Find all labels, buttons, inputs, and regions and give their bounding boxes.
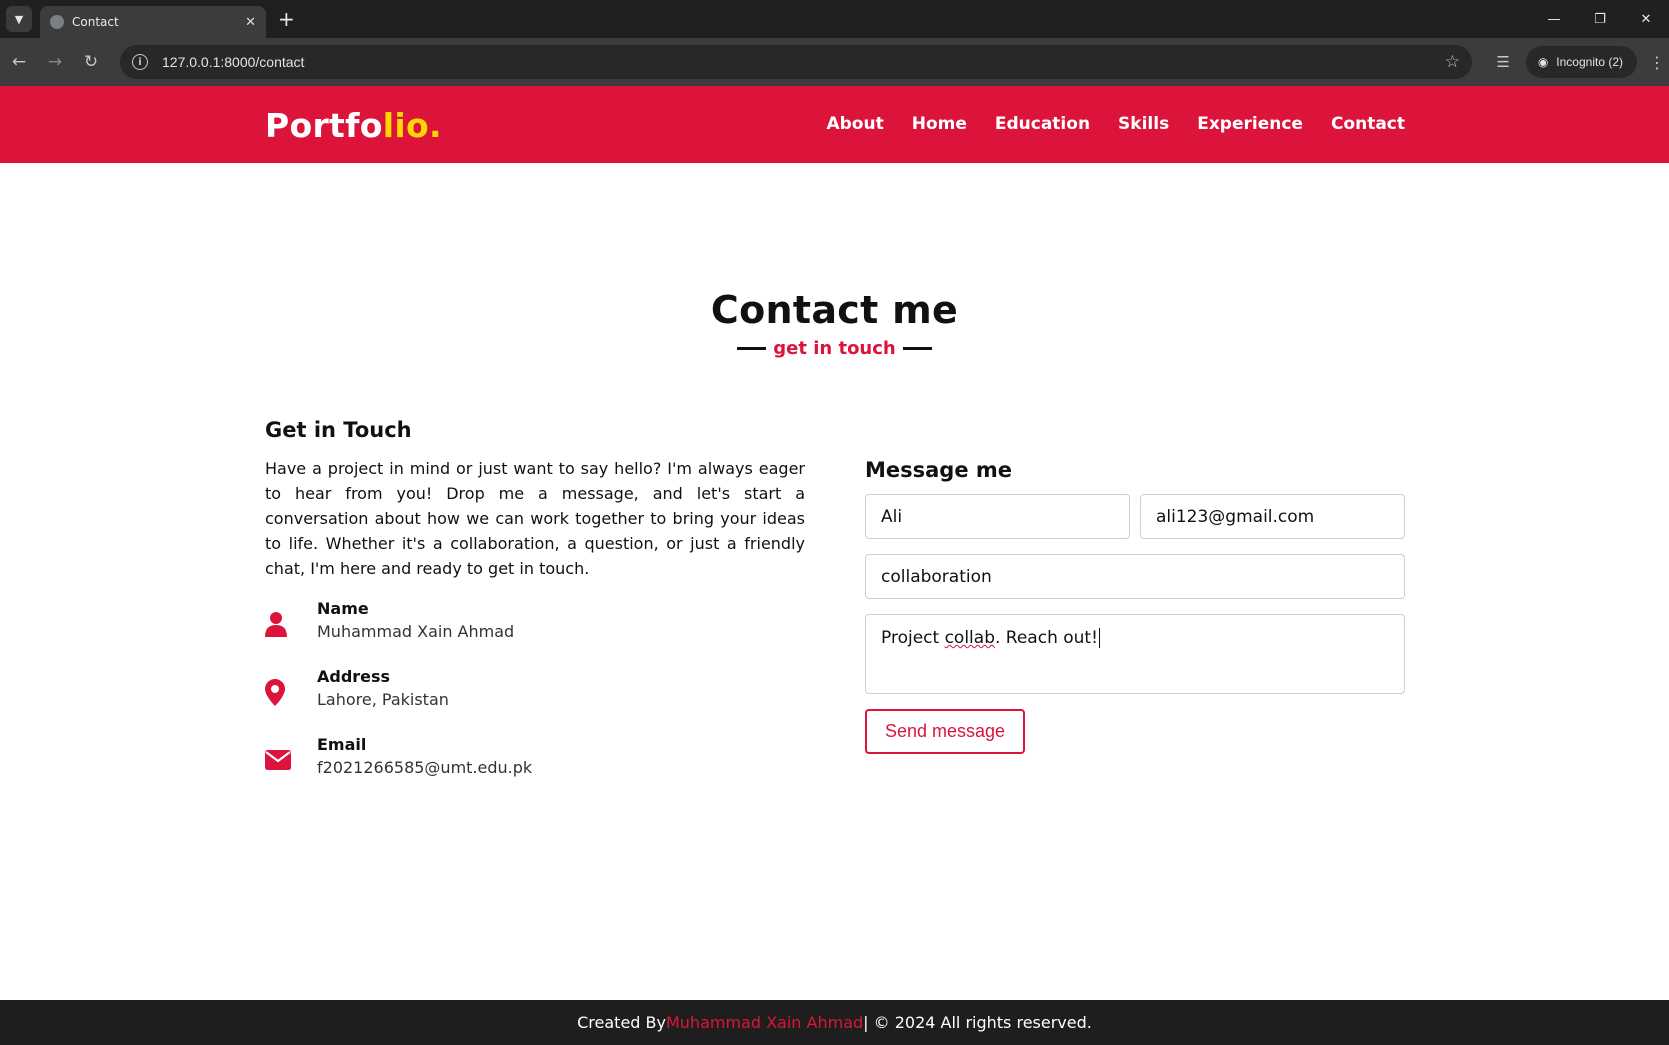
browser-toolbar: ← → ↻ i 127.0.0.1:8000/contact ☆ ☰ ◉ Inc… — [0, 38, 1669, 86]
window-controls: — ❐ ✕ — [1531, 0, 1669, 38]
contact-form: Message me Ali ali123@gmail.com collabor… — [865, 458, 1405, 754]
form-heading: Message me — [865, 458, 1013, 482]
url-text: 127.0.0.1:8000/contact — [162, 54, 305, 70]
site-header: Portfolio. About Home Education Skills E… — [0, 86, 1669, 163]
nav-experience[interactable]: Experience — [1197, 114, 1303, 134]
info-label: Name — [317, 599, 369, 618]
info-item-email: Email f2021266585@umt.edu.pk — [265, 735, 805, 785]
nav-education[interactable]: Education — [995, 114, 1090, 134]
media-controls-icon[interactable]: ☰ — [1496, 53, 1509, 71]
info-label: Address — [317, 667, 391, 686]
message-text-part1: Project — [881, 628, 945, 648]
reload-button[interactable]: ↻ — [74, 45, 108, 79]
email-input[interactable]: ali123@gmail.com — [1140, 494, 1405, 539]
info-label: Email — [317, 735, 367, 754]
tab-title: Contact — [72, 15, 119, 29]
chevron-down-icon: ▼ — [14, 12, 24, 26]
message-text-part2: . Reach out! — [994, 628, 1098, 648]
footer-author: Muhammad Xain Ahmad — [665, 1013, 864, 1032]
minimize-icon[interactable]: — — [1531, 0, 1577, 38]
nav-skills[interactable]: Skills — [1118, 114, 1169, 134]
send-message-button[interactable]: Send message — [865, 709, 1025, 754]
info-value: Lahore, Pakistan — [317, 690, 449, 709]
close-tab-icon[interactable]: ✕ — [245, 15, 256, 30]
restore-icon[interactable]: ❐ — [1577, 0, 1623, 38]
tab-search-button[interactable]: ▼ — [6, 6, 32, 32]
text-caret — [1098, 628, 1100, 648]
browser-tab[interactable]: Contact ✕ — [40, 6, 266, 38]
bookmark-star-icon[interactable]: ☆ — [1445, 52, 1460, 72]
subject-input[interactable]: collaboration — [865, 554, 1405, 599]
info-value: Muhammad Xain Ahmad — [317, 622, 515, 641]
subtitle-row: get in touch — [0, 338, 1669, 359]
close-window-icon[interactable]: ✕ — [1623, 0, 1669, 38]
site-footer: Created By Muhammad Xain Ahmad | © 2024 … — [0, 1000, 1669, 1045]
site-info-icon[interactable]: i — [132, 54, 148, 70]
envelope-icon — [265, 735, 317, 785]
kebab-menu-icon[interactable]: ⋮ — [1649, 53, 1665, 72]
get-in-touch-heading: Get in Touch — [265, 418, 412, 442]
incognito-icon: ◉ — [1537, 55, 1549, 69]
browser-tabstrip: ▼ Contact ✕ + — ❐ ✕ — [0, 0, 1669, 38]
logo-main: Portfo — [265, 106, 383, 145]
section-subtitle: get in touch — [773, 338, 896, 359]
section-heading: Contact me get in touch — [0, 288, 1669, 359]
logo-accent: lio. — [382, 106, 442, 145]
name-input[interactable]: Ali — [865, 494, 1130, 539]
info-item-address: Address Lahore, Pakistan — [265, 667, 805, 717]
user-icon — [265, 599, 317, 649]
info-item-name: Name Muhammad Xain Ahmad — [265, 599, 805, 649]
message-textarea[interactable]: Project collab. Reach out! — [865, 614, 1405, 694]
get-in-touch-panel: Get in Touch Have a project in mind or j… — [265, 418, 805, 785]
incognito-badge[interactable]: ◉ Incognito (2) — [1525, 46, 1637, 78]
subtitle-line-left — [737, 347, 767, 350]
footer-suffix: | © 2024 All rights reserved. — [863, 1013, 1092, 1032]
new-tab-button[interactable]: + — [278, 7, 295, 31]
get-in-touch-text: Have a project in mind or just want to s… — [265, 459, 805, 578]
nav-contact[interactable]: Contact — [1331, 114, 1405, 134]
incognito-label: Incognito (2) — [1556, 55, 1623, 69]
subtitle-line-right — [902, 347, 932, 350]
logo[interactable]: Portfolio. — [265, 106, 442, 145]
globe-icon — [50, 15, 64, 29]
nav-home[interactable]: Home — [912, 114, 967, 134]
back-button[interactable]: ← — [2, 45, 36, 79]
nav-about[interactable]: About — [826, 114, 883, 134]
address-bar[interactable]: i 127.0.0.1:8000/contact ☆ — [120, 45, 1472, 79]
message-text-misspelled: collab — [944, 628, 995, 648]
main-nav: About Home Education Skills Experience C… — [798, 114, 1405, 134]
page-title: Contact me — [710, 288, 959, 332]
map-marker-icon — [265, 667, 317, 717]
forward-button[interactable]: → — [38, 45, 72, 79]
footer-prefix: Created By — [577, 1013, 666, 1032]
info-value: f2021266585@umt.edu.pk — [317, 758, 533, 777]
